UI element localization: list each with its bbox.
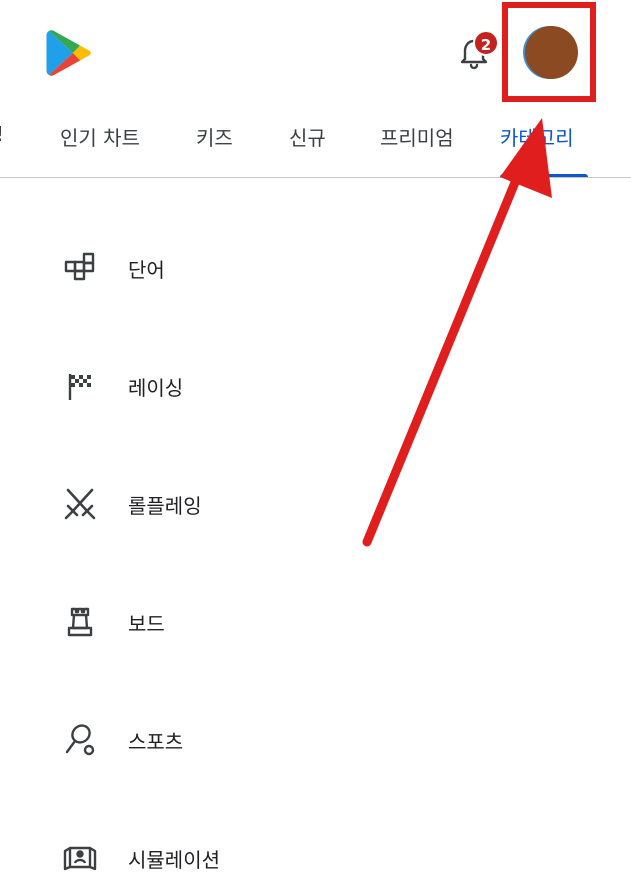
tab-premium[interactable]: 프리미엄 — [380, 122, 454, 151]
tabs-divider — [0, 177, 631, 178]
category-item-racing[interactable]: 레이싱 — [0, 356, 631, 416]
crossed-swords-icon — [64, 488, 96, 520]
category-label: 롤플레잉 — [128, 494, 202, 518]
top-app-bar: 2 — [0, 0, 631, 110]
racing-flag-icon — [68, 374, 91, 400]
top-tabs: ! 인기 차트 키즈 신규 프리미엄 카테고리 — [0, 110, 631, 178]
category-item-board[interactable]: 보드 — [0, 592, 631, 652]
category-label: 시뮬레이션 — [128, 848, 220, 872]
racket-icon — [65, 724, 95, 756]
tab-categories[interactable]: 카테고리 — [500, 122, 574, 151]
word-icon — [64, 252, 95, 281]
chess-piece-icon — [67, 607, 93, 637]
tab-previous-partial[interactable]: ! — [0, 122, 4, 146]
category-label: 레이싱 — [128, 376, 184, 400]
category-item-sports[interactable]: 스포츠 — [0, 710, 631, 770]
notification-count-badge: 2 — [473, 30, 499, 56]
tab-kids[interactable]: 키즈 — [196, 122, 233, 151]
category-item-word[interactable]: 단어 — [0, 238, 631, 298]
simulation-icon — [63, 846, 97, 871]
category-item-simulation[interactable]: 시뮬레이션 — [0, 828, 631, 888]
tab-new[interactable]: 신규 — [289, 122, 326, 151]
account-avatar[interactable] — [525, 26, 578, 79]
category-label: 보드 — [128, 612, 165, 636]
play-store-logo-icon[interactable] — [45, 28, 93, 78]
category-label: 단어 — [128, 258, 165, 282]
tab-top-charts[interactable]: 인기 차트 — [60, 122, 140, 151]
category-item-role-playing[interactable]: 롤플레잉 — [0, 474, 631, 534]
category-label: 스포츠 — [128, 730, 184, 754]
